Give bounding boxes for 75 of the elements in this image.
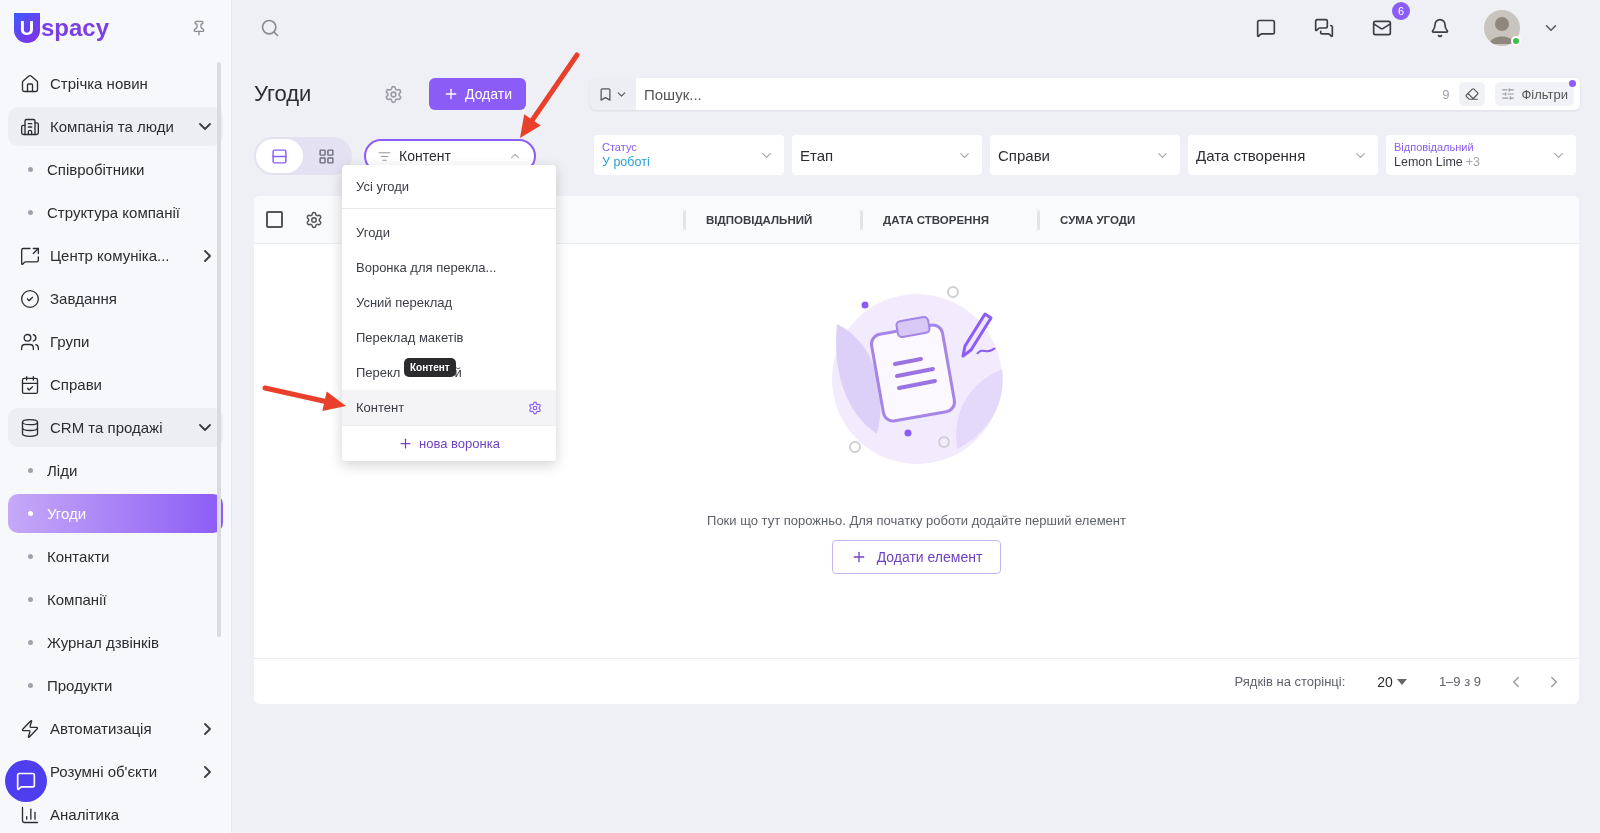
filter-select[interactable]: Дата створення [1188,135,1378,175]
add-element-button[interactable]: Додати елемент [831,540,1002,574]
search-field[interactable]: Пошук... [636,78,1443,110]
menu-item[interactable]: Усний переклад [342,285,556,320]
column-header[interactable]: ДАТА СТВОРЕННЯ [883,213,1017,226]
building-icon [20,116,40,137]
settings-icon[interactable] [305,210,323,229]
sidebar-subitem[interactable]: Структура компанії [8,193,223,232]
grid-icon [318,147,335,165]
database-icon [20,417,40,438]
users-icon [20,331,40,352]
sidebar-subitem[interactable]: Продукти [8,666,223,705]
page-title: Угоди [254,81,313,107]
chevron-down-icon [199,424,211,431]
sidebar-subitem[interactable]: Співробітники [8,150,223,189]
rows-per-page-select[interactable]: 20 [1371,672,1413,691]
filters-button[interactable]: Фільтри [1495,82,1574,106]
sidebar-group[interactable]: Компанія та люди [8,107,223,146]
sidebar-subitem[interactable]: Ліди [8,451,223,490]
chevron-right-icon [204,249,211,262]
check-circle-icon [20,288,40,309]
clear-button[interactable] [1459,82,1486,106]
sidebar-group[interactable]: Автоматизація [8,709,223,748]
sidebar-group[interactable]: CRM та продажі [8,408,223,447]
chat-bubble-icon [16,771,36,791]
eraser-icon [1465,87,1480,101]
plus-icon [398,436,414,451]
filter-select[interactable]: Відповідальний Lemon Lime +3 [1386,135,1576,175]
menu-item[interactable]: Угоди [342,215,556,250]
rows-per-page-label: Рядків на сторінці: [1234,674,1346,689]
calendar-check-icon [20,374,40,395]
plus-icon [443,86,459,102]
sidebar-item[interactable]: Справи [8,365,223,404]
chart-icon [20,804,40,825]
select-all-checkbox[interactable] [266,211,283,228]
chevron-right-icon [204,765,211,778]
tooltip: Контент [404,358,456,377]
notification-badge: 6 [1392,2,1410,20]
empty-message: Поки що тут порожньо. Для початку роботи додайте перший елемент [707,513,1126,528]
new-pipeline-button[interactable]: нова воронка [342,425,556,461]
chevron-down-icon [199,123,211,130]
menu-item[interactable]: Воронка для перекла... [342,250,556,285]
sidebar-subitem[interactable]: Компанії [8,580,223,619]
filter-select[interactable]: Справи [990,135,1180,175]
filter-icon [378,149,391,163]
chat-share-icon [20,245,40,266]
logo: U spacy [14,13,110,43]
sidebar-item[interactable]: Аналітика [8,795,223,833]
menu-item[interactable]: Переклад макетів [342,320,556,355]
filter-select[interactable]: Статус У роботі [594,135,784,175]
list-view-button[interactable] [256,139,303,173]
sidebar-subitem[interactable]: Журнал дзвінків [8,623,223,662]
sliders-icon [1501,87,1516,101]
bookmark-icon [598,86,613,102]
menu-item[interactable]: Контент [342,390,556,425]
column-header[interactable]: ВІДПОВІДАЛЬНИЙ [706,213,840,226]
sidebar-item[interactable]: Групи [8,322,223,361]
chat-launcher-overlay[interactable] [5,760,47,802]
page-range: 1–9 з 9 [1438,674,1481,689]
sidebar-subitem[interactable]: Контакти [8,537,223,576]
home-icon [20,73,40,94]
menu-item-text: Перекл [356,365,401,380]
list-icon [271,147,288,165]
caret-down-icon [1396,678,1407,685]
sidebar-group[interactable]: Центр комуніка... [8,236,223,275]
user-avatar[interactable] [1484,10,1520,46]
chevron-right-icon [204,722,211,735]
lightning-icon [20,718,40,739]
filter-select[interactable]: Етап [792,135,982,175]
settings-icon[interactable] [528,400,542,415]
add-button[interactable]: Додати [429,78,526,110]
column-header[interactable]: СУМА УГОДИ [1060,213,1194,226]
result-count: 9 [1442,86,1450,102]
sidebar-item[interactable]: Стрічка новин [8,64,223,103]
sidebar-item[interactable]: Завдання [8,279,223,318]
